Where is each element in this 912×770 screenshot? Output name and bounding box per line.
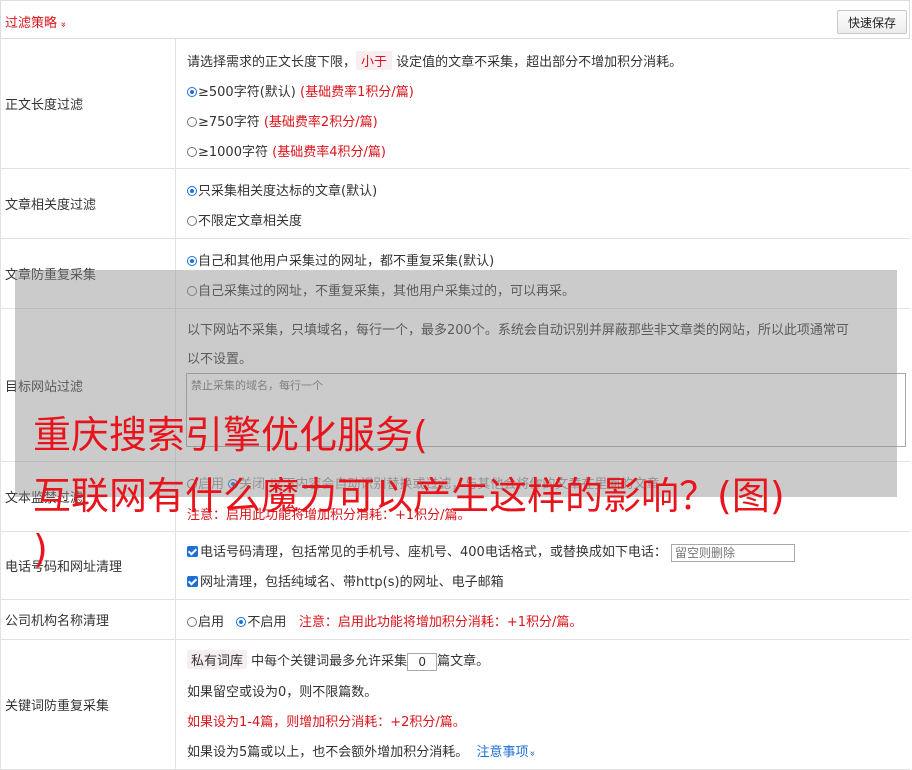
option-note: (基础费率2积分/篇)	[263, 115, 378, 130]
url-clean-option[interactable]: 网址清理，包括纯域名、带http(s)的网址、电子邮箱	[187, 571, 504, 590]
url-clean-text: 网址清理，包括纯域名、带http(s)的网址、电子邮箱	[200, 575, 504, 590]
dedup-option-1[interactable]: 自己和其他用户采集过的网址，都不重复采集(默认)	[187, 250, 494, 269]
keyword-dedup-line2: 如果留空或设为0，则不限篇数。	[187, 685, 378, 700]
relevance-label: 文章相关度过滤	[1, 169, 176, 238]
length-option-750[interactable]: ≥750字符 (基础费率2积分/篇)	[187, 111, 378, 130]
filter-strategy-header: 过滤策略» 快速保存	[0, 0, 910, 39]
radio-selected-icon[interactable]	[187, 87, 197, 97]
site-filter-desc-1: 以下网站不采集，只填域名，每行一个，最多200个。系统会自动识别并屏蔽那些非文章…	[187, 323, 849, 338]
company-clean-off[interactable]: 不启用	[236, 615, 286, 630]
keyword-dedup-row: 关键词防重复采集 私有词库 中每个关键词最多允许采集 篇文章。 如果留空或设为0，…	[0, 640, 910, 770]
option-text: 不限定文章相关度	[198, 214, 303, 229]
company-clean-options: 启用 不启用 注意：启用此功能将增加积分消耗：+1积分/篇。	[187, 611, 582, 630]
option-text: 自己和其他用户采集过的网址，都不重复采集(默认)	[198, 254, 495, 269]
radio-selected-icon[interactable]	[187, 256, 197, 266]
max-articles-input[interactable]	[407, 652, 438, 671]
keyword-dedup-line4: 如果设为5篇或以上，也不会额外增加积分消耗。 注意事项»	[187, 741, 538, 760]
radio-icon[interactable]	[187, 117, 197, 127]
option-note: (基础费率4积分/篇)	[272, 145, 386, 160]
phone-clean-option[interactable]: 电话号码清理，包括常见的手机号、座机号、400电话格式，或替换成如下电话：	[187, 541, 795, 562]
chevron-down-icon: »	[526, 750, 538, 757]
phone-url-clean-row: 电话号码和网址清理 电话号码清理，包括常见的手机号、座机号、400电话格式，或替…	[0, 532, 910, 600]
keyword-dedup-line3: 如果设为1-4篇，则增加积分消耗：+2积分/篇。	[187, 715, 466, 730]
length-filter-desc: 请选择需求的正文长度下限， 小于 设定值的文章不采集，超出部分不增加积分消耗。	[187, 51, 682, 70]
line4-text: 如果设为5篇或以上，也不会额外增加积分消耗。	[187, 745, 469, 760]
on-text: 启用	[198, 615, 225, 630]
radio-icon[interactable]	[187, 617, 197, 627]
relevance-row: 文章相关度过滤 只采集相关度达标的文章(默认) 不限定文章相关度	[0, 169, 910, 239]
quick-save-button[interactable]: 快速保存	[837, 10, 907, 34]
desc-pre: 请选择需求的正文长度下限，	[187, 55, 357, 70]
company-clean-on[interactable]: 启用	[187, 615, 224, 630]
length-option-1000[interactable]: ≥1000字符 (基础费率4积分/篇)	[187, 141, 386, 160]
watermark-line-3: )	[33, 527, 48, 571]
length-filter-row: 正文长度过滤 请选择需求的正文长度下限， 小于 设定值的文章不采集，超出部分不增加…	[0, 39, 910, 169]
radio-icon[interactable]	[187, 147, 197, 157]
length-option-500[interactable]: ≥500字符(默认) (基础费率1积分/篇)	[187, 81, 414, 100]
desc-post: 设定值的文章不采集，超出部分不增加积分消耗。	[396, 55, 683, 70]
radio-selected-icon[interactable]	[236, 617, 247, 627]
dedup-option-2[interactable]: 自己采集过的网址，不重复采集，其他用户采集过的，可以再采。	[187, 280, 575, 299]
dedup-label: 文章防重复采集	[1, 239, 176, 308]
line1-pre: 中每个关键词最多允许采集	[251, 654, 408, 669]
option-text: 自己采集过的网址，不重复采集，其他用户采集过的，可以再采。	[198, 284, 576, 299]
replacement-phone-input[interactable]	[670, 543, 795, 562]
line1-post: 篇文章。	[437, 654, 490, 669]
option-text: ≥750字符	[198, 115, 260, 130]
option-text: ≥500字符(默认)	[198, 85, 296, 100]
option-note: (基础费率1积分/篇)	[300, 85, 414, 100]
less-than-badge: 小于	[356, 51, 393, 70]
company-clean-label: 公司机构名称清理	[1, 600, 176, 639]
site-filter-desc-2: 以不设置。	[187, 352, 253, 367]
watermark-line-2: 互联网有什么魔力可以产生这样的影响？(图)	[33, 474, 785, 518]
off-text: 不启用	[247, 615, 287, 630]
section-title[interactable]: 过滤策略»	[5, 12, 69, 31]
checkbox-checked-icon[interactable]	[187, 576, 198, 587]
watermark-line-1: 重庆搜索引擎优化服务(	[33, 413, 428, 457]
length-filter-label: 正文长度过滤	[1, 39, 176, 168]
keyword-dedup-label: 关键词防重复采集	[1, 640, 176, 769]
checkbox-checked-icon[interactable]	[187, 546, 198, 557]
private-lexicon-badge[interactable]: 私有词库	[187, 650, 248, 669]
notice-link-text: 注意事项	[476, 745, 529, 760]
radio-icon[interactable]	[187, 286, 197, 296]
notice-link[interactable]: 注意事项»	[476, 745, 538, 760]
keyword-dedup-line1: 私有词库 中每个关键词最多允许采集 篇文章。	[187, 650, 489, 671]
option-text: ≥1000字符	[198, 145, 268, 160]
company-clean-note: 注意：启用此功能将增加积分消耗：+1积分/篇。	[298, 615, 583, 630]
company-clean-row: 公司机构名称清理 启用 不启用 注意：启用此功能将增加积分消耗：+1积分/篇。	[0, 600, 910, 640]
radio-icon[interactable]	[187, 216, 197, 226]
relevance-option-2[interactable]: 不限定文章相关度	[187, 210, 302, 229]
dedup-row: 文章防重复采集 自己和其他用户采集过的网址，都不重复采集(默认) 自己采集过的网…	[0, 239, 910, 309]
radio-selected-icon[interactable]	[187, 186, 197, 196]
phone-url-clean-label: 电话号码和网址清理	[1, 532, 176, 599]
phone-clean-text: 电话号码清理，包括常见的手机号、座机号、400电话格式，或替换成如下电话：	[200, 545, 667, 560]
option-text: 只采集相关度达标的文章(默认)	[198, 184, 378, 199]
relevance-option-1[interactable]: 只采集相关度达标的文章(默认)	[187, 180, 377, 199]
chevron-down-icon: »	[57, 21, 69, 28]
section-title-text: 过滤策略	[5, 16, 58, 31]
